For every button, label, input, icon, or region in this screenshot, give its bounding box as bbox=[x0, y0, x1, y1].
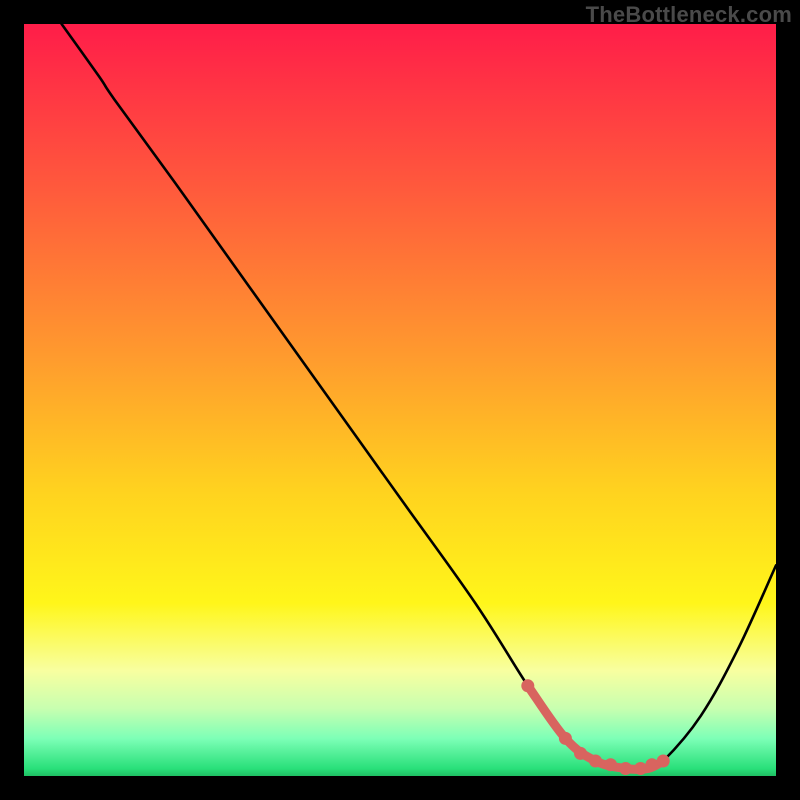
trough-dot bbox=[559, 732, 572, 745]
trough-highlight-dots bbox=[521, 679, 669, 775]
chart-frame: TheBottleneck.com bbox=[0, 0, 800, 800]
watermark-text: TheBottleneck.com bbox=[586, 2, 792, 28]
plot-area bbox=[24, 24, 776, 776]
bottleneck-curve bbox=[62, 24, 776, 769]
trough-dot bbox=[657, 755, 670, 768]
trough-dot bbox=[574, 747, 587, 760]
trough-dot bbox=[604, 758, 617, 771]
trough-dot bbox=[634, 762, 647, 775]
trough-dot bbox=[645, 758, 658, 771]
trough-dot bbox=[521, 679, 534, 692]
curve-svg bbox=[24, 24, 776, 776]
trough-dot bbox=[619, 762, 632, 775]
trough-dot bbox=[589, 755, 602, 768]
